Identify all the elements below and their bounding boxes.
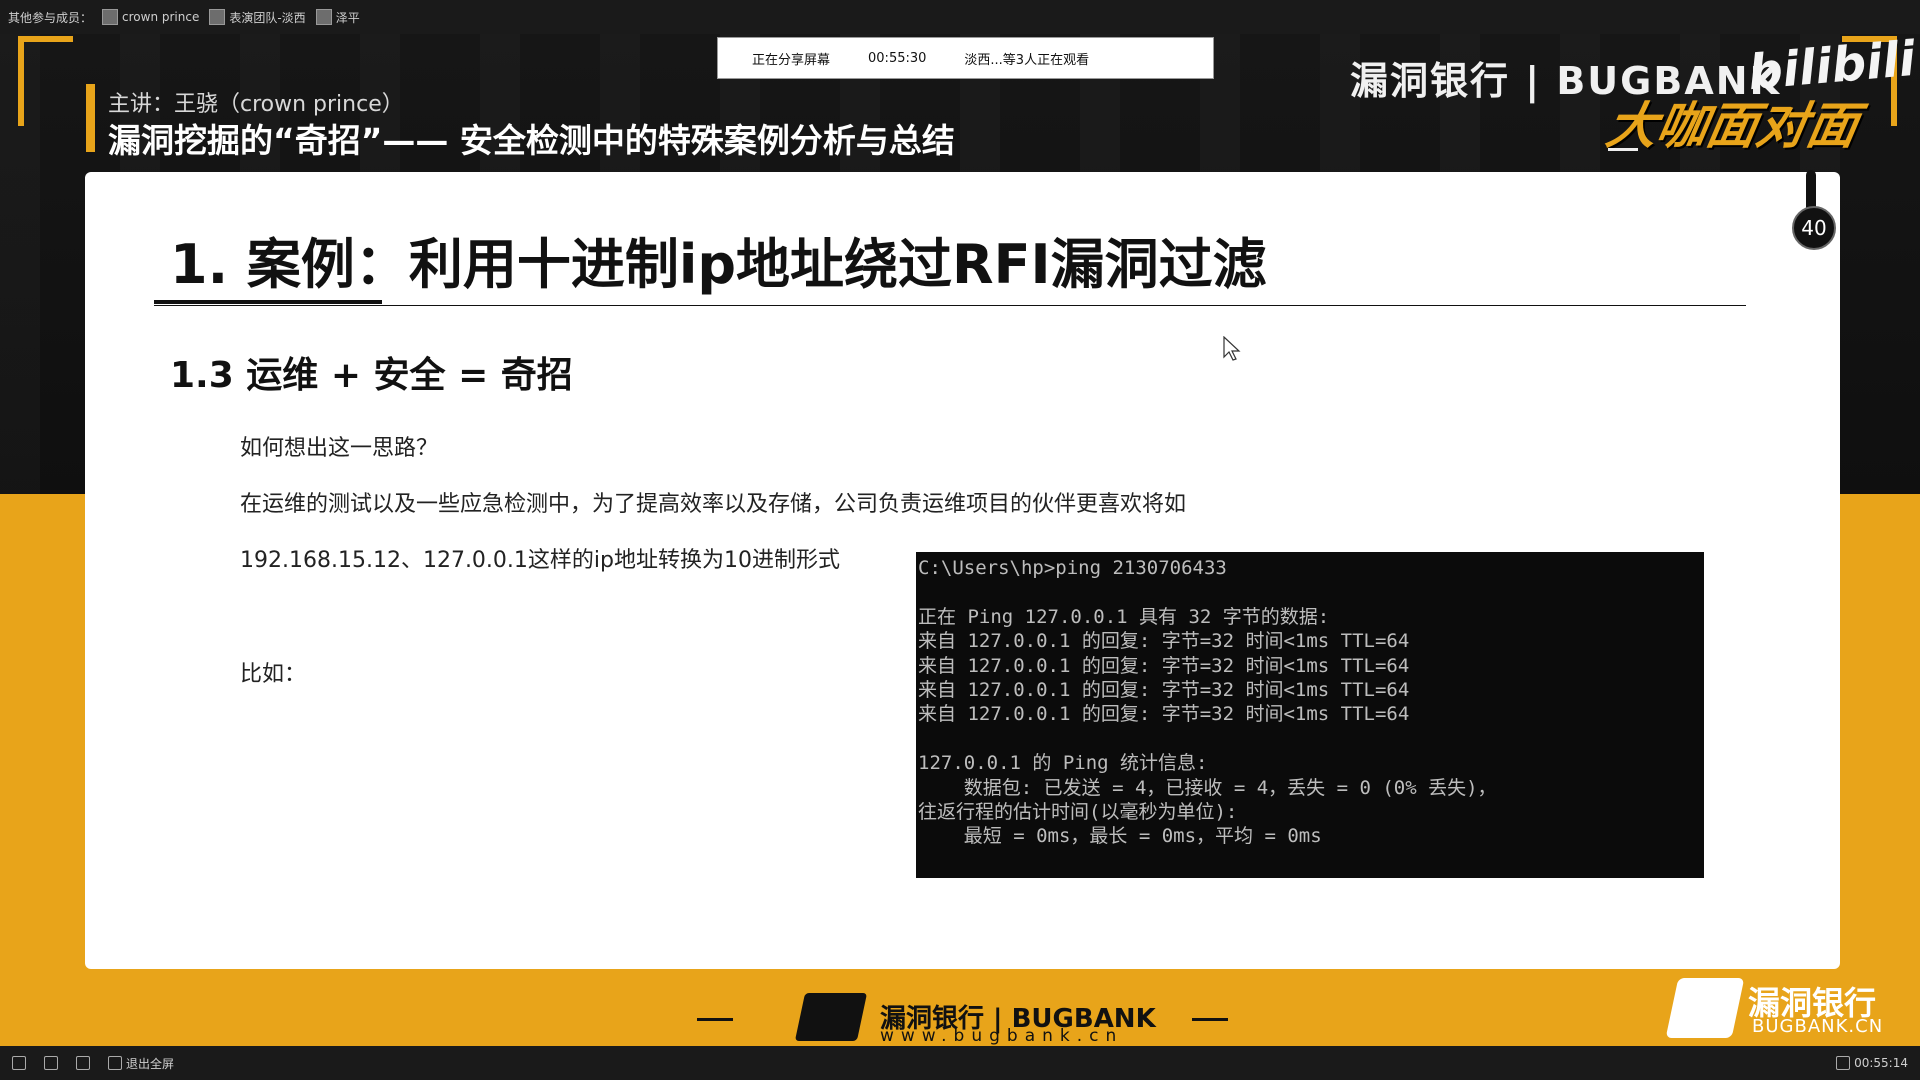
example-label: 比如： bbox=[240, 662, 307, 687]
avatar bbox=[102, 9, 119, 25]
mic-icon[interactable] bbox=[12, 1056, 26, 1070]
title-underline bbox=[154, 305, 1746, 306]
slide-paragraph: 192.168.15.12、127.0.0.1这样的ip地址转换为10进制形式 bbox=[240, 548, 840, 573]
participants-bar: 其他参与成员： crown prince 表演团队-淡西 泽平 bbox=[0, 0, 1920, 34]
bugbank-logo-icon bbox=[794, 993, 868, 1041]
footer-brand-url: www.bugbank.cn bbox=[880, 1026, 1124, 1046]
terminal-line: 往返行程的估计时间(以毫秒为单位): bbox=[918, 800, 1238, 823]
divider bbox=[1608, 148, 1638, 151]
terminal-line: 来自 127.0.0.1 的回复: 字节=32 时间<1ms TTL=64 bbox=[918, 630, 1410, 653]
section-heading: 1.3 运维 + 安全 = 奇招 bbox=[170, 355, 573, 396]
terminal-line: 来自 127.0.0.1 的回复: 字节=32 时间<1ms TTL=64 bbox=[918, 654, 1410, 677]
exit-fullscreen-label: 退出全屏 bbox=[126, 1056, 175, 1071]
avatar bbox=[315, 9, 332, 25]
cursor-icon bbox=[1223, 336, 1241, 361]
corner-frame-left bbox=[18, 36, 73, 126]
title-accent-bar bbox=[86, 84, 95, 152]
participants-label: 其他参与成员： bbox=[8, 10, 93, 25]
share-elapsed-time: 00:55:30 bbox=[868, 50, 927, 66]
talk-title: 漏洞挖掘的“奇招”—— 安全检测中的特殊案例分析与总结 bbox=[108, 121, 955, 160]
signal-icon bbox=[1836, 1056, 1851, 1070]
slide-paragraph: 在运维的测试以及一些应急检测中，为了提高效率以及存储，公司负责运维项目的伙伴更喜… bbox=[240, 492, 1187, 517]
speaker-icon[interactable] bbox=[44, 1056, 58, 1070]
participant-name: 泽平 bbox=[335, 10, 360, 25]
corner-brand-url: BUGBANK.CN bbox=[1752, 1016, 1884, 1037]
terminal-line: 数据包: 已发送 = 4，已接收 = 4，丢失 = 0 (0% 丢失)， bbox=[918, 776, 1497, 799]
camera-icon[interactable] bbox=[76, 1056, 90, 1070]
fullscreen-exit-icon bbox=[108, 1056, 122, 1070]
terminal-output: C:\Users\hp>ping 2130706433 正在 Ping 127.… bbox=[916, 552, 1704, 878]
slide-question: 如何想出这一思路？ bbox=[240, 436, 439, 461]
screen-share-indicator[interactable]: 正在分享屏幕 00:55:30 淡西...等3人正在观看 bbox=[717, 37, 1214, 79]
exit-fullscreen-button[interactable]: 退出全屏 bbox=[108, 1055, 174, 1072]
slide-title: 1. 案例：利用十进制ip地址绕过RFI漏洞过滤 bbox=[170, 233, 1267, 296]
terminal-line: C:\Users\hp>ping 2130706433 bbox=[918, 557, 1227, 579]
share-status: 正在分享屏幕 bbox=[752, 52, 831, 68]
clock-text: 00:55:14 bbox=[1854, 1056, 1908, 1070]
status-clock: 00:55:14 bbox=[1836, 1056, 1908, 1070]
participant-name: crown prince bbox=[122, 10, 200, 24]
bugbank-corner-logo-icon bbox=[1665, 978, 1745, 1038]
slide-page-number: 40 bbox=[1792, 206, 1836, 250]
participant-item[interactable]: 泽平 bbox=[315, 9, 360, 26]
participant-name: 表演团队-淡西 bbox=[229, 10, 306, 25]
terminal-line: 正在 Ping 127.0.0.1 具有 32 字节的数据: bbox=[918, 605, 1330, 628]
divider bbox=[697, 1018, 733, 1021]
divider bbox=[1192, 1018, 1228, 1021]
participant-item[interactable]: 表演团队-淡西 bbox=[209, 9, 306, 26]
terminal-line: 最短 = 0ms，最长 = 0ms，平均 = 0ms bbox=[918, 825, 1322, 848]
share-viewers: 淡西...等3人正在观看 bbox=[964, 52, 1090, 68]
meeting-control-bar: 退出全屏 00:55:14 bbox=[0, 1046, 1920, 1080]
terminal-line: 127.0.0.1 的 Ping 统计信息: bbox=[918, 752, 1208, 775]
terminal-line: 来自 127.0.0.1 的回复: 字节=32 时间<1ms TTL=64 bbox=[918, 703, 1410, 726]
terminal-line: 来自 127.0.0.1 的回复: 字节=32 时间<1ms TTL=64 bbox=[918, 678, 1410, 701]
show-name: 大咖面对面 bbox=[1602, 97, 1863, 155]
title-underline-accent bbox=[154, 300, 382, 304]
avatar bbox=[209, 9, 226, 25]
participant-item[interactable]: crown prince bbox=[102, 9, 199, 25]
